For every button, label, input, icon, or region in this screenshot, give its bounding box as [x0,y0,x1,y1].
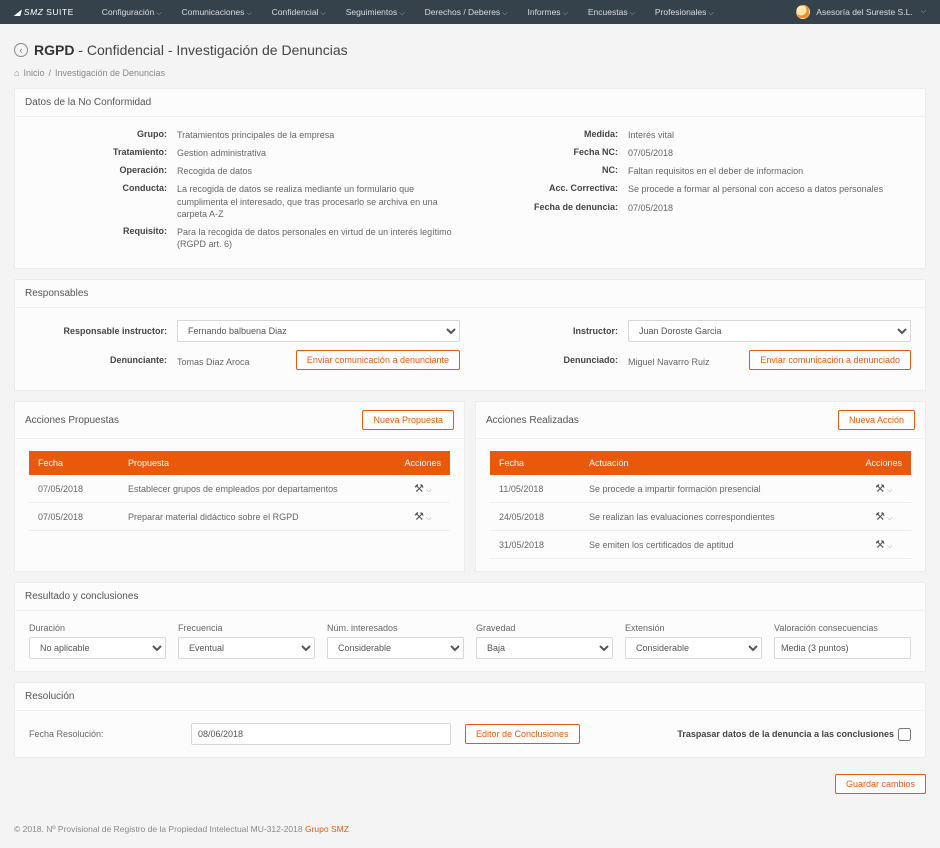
nueva-propuesta-button[interactable]: Nueva Propuesta [362,410,454,430]
user-name: Asesoría del Sureste S.L. [816,7,912,17]
frecuencia-select[interactable]: Eventual [178,637,315,659]
breadcrumb-current: Investigación de Denuncias [55,68,165,78]
extension-select[interactable]: Considerable [625,637,762,659]
panel-realizadas: Acciones Realizadas Nueva Acción Fecha A… [475,401,926,572]
user-menu[interactable]: Asesoría del Sureste S.L. ⌵ [796,5,926,19]
propuestas-header: Acciones Propuestas [25,415,119,426]
chevron-down-icon: ⌵ [426,487,431,494]
resolucion-header: Resolución [15,683,925,711]
copyright: © 2018. Nº Provisional de Registro de la… [0,816,940,848]
nav-seg[interactable]: Seguimientos⌵ [346,7,405,18]
instructor2-select[interactable]: Juan Doroste Garcia [628,320,911,342]
grupo-smz-link[interactable]: Grupo SMZ [305,824,349,834]
realizadas-header: Acciones Realizadas [486,415,579,426]
chevron-down-icon: ⌵ [246,10,251,17]
chevron-down-icon: ⌵ [156,10,161,17]
data-row: Fecha NC:07/05/2018 [480,147,911,159]
data-row: Conducta:La recogida de datos se realiza… [29,183,460,219]
editor-conclusiones-button[interactable]: Editor de Conclusiones [465,724,580,744]
panel-nc-header: Datos de la No Conformidad [15,89,925,117]
data-row: NC:Faltan requisitos en el deber de info… [480,165,911,177]
nav-der[interactable]: Derechos / Deberes⌵ [425,7,508,18]
chevron-down-icon: ⌵ [708,10,713,17]
instructor-select[interactable]: Fernando balbuena Diaz [177,320,460,342]
table-row: 11/05/2018Se procede a impartir formació… [490,475,911,503]
chevron-down-icon: ⌵ [921,8,926,16]
denunciado-value: Miguel Navarro Ruiz [628,353,749,367]
page-title: ‹ RGPD - Confidencial - Investigación de… [14,42,926,58]
denunciante-label: Denunciante: [29,355,177,365]
nav-comm[interactable]: Comunicaciones⌵ [182,7,252,18]
back-icon[interactable]: ‹ [14,43,28,57]
table-row: 07/05/2018Preparar material didáctico so… [29,503,450,531]
brand-logo: ◢ SMZ SUITE [14,7,74,18]
table-row: 07/05/2018Establecer grupos de empleados… [29,475,450,503]
home-icon[interactable]: ⌂ [14,68,19,78]
chevron-down-icon: ⌵ [887,487,892,494]
chevron-down-icon: ⌵ [320,10,325,17]
tools-icon[interactable]: ⚒ [414,511,424,523]
panel-resultado: Resultado y conclusiones DuraciónNo apli… [14,582,926,672]
data-row: Grupo:Tratamientos principales de la emp… [29,129,460,141]
nav-enc[interactable]: Encuestas⌵ [588,7,635,18]
propuestas-table: Fecha Propuesta Acciones 07/05/2018Estab… [29,451,450,531]
panel-resolucion: Resolución Fecha Resolución: Editor de C… [14,682,926,758]
nav-config[interactable]: Configuración⌵ [102,7,162,18]
send-comm-denunciante-button[interactable]: Enviar comunicación a denunciante [296,350,460,370]
interesados-select[interactable]: Considerable [327,637,464,659]
tools-icon[interactable]: ⚒ [875,511,885,523]
data-row: Tratamiento:Gestion administrativa [29,147,460,159]
top-nav: ◢ SMZ SUITE Configuración⌵ Comunicacione… [0,0,940,24]
instructor2-label: Instructor: [480,326,628,336]
duracion-select[interactable]: No aplicable [29,637,166,659]
traspasar-label[interactable]: Traspasar datos de la denuncia a las con… [677,728,911,741]
instructor-label: Responsable instructor: [29,326,177,336]
guardar-cambios-button[interactable]: Guardar cambios [835,774,926,794]
panel-nc: Datos de la No Conformidad Grupo:Tratami… [14,88,926,269]
data-row: Acc. Correctiva:Se procede a formar al p… [480,183,911,195]
table-row: 24/05/2018Se realizan las evaluaciones c… [490,503,911,531]
realizadas-table: Fecha Actuación Acciones 11/05/2018Se pr… [490,451,911,559]
breadcrumb: ⌂ Inicio / Investigación de Denuncias [14,68,926,78]
resultado-header: Resultado y conclusiones [15,583,925,611]
breadcrumb-home[interactable]: Inicio [23,68,44,78]
nav-inf[interactable]: Informes⌵ [527,7,567,18]
data-row: Fecha de denuncia:07/05/2018 [480,202,911,214]
chevron-down-icon: ⌵ [426,515,431,522]
nav-prof[interactable]: Profesionales⌵ [655,7,714,18]
denunciado-label: Denunciado: [480,355,628,365]
send-comm-denunciado-button[interactable]: Enviar comunicación a denunciado [749,350,911,370]
panel-resp-header: Responsables [15,280,925,308]
tools-icon[interactable]: ⚒ [875,483,885,495]
tools-icon[interactable]: ⚒ [414,483,424,495]
nav-conf[interactable]: Confidencial⌵ [272,7,326,18]
avatar-icon [796,5,810,19]
denunciante-value: Tomas Diaz Aroca [177,353,296,367]
tools-icon[interactable]: ⚒ [875,539,885,551]
data-row: Medida:Interés vital [480,129,911,141]
chevron-down-icon: ⌵ [887,543,892,550]
chevron-down-icon: ⌵ [502,10,507,17]
chevron-down-icon: ⌵ [630,10,635,17]
panel-propuestas: Acciones Propuestas Nueva Propuesta Fech… [14,401,465,572]
valoracion-input[interactable] [774,637,911,659]
data-row: Operación:Recogida de datos [29,165,460,177]
nueva-accion-button[interactable]: Nueva Acción [838,410,915,430]
gravedad-select[interactable]: Baja [476,637,613,659]
fecha-res-label: Fecha Resolución: [29,729,177,739]
fecha-res-input[interactable] [191,723,451,745]
data-row: Requisito:Para la recogida de datos pers… [29,226,460,250]
table-row: 31/05/2018Se emiten los certificados de … [490,531,911,559]
chevron-down-icon: ⌵ [399,10,404,17]
chevron-down-icon: ⌵ [563,10,568,17]
panel-resp: Responsables Responsable instructor: Fer… [14,279,926,391]
nav-menu: Configuración⌵ Comunicaciones⌵ Confidenc… [102,7,797,18]
traspasar-checkbox[interactable] [898,728,911,741]
chevron-down-icon: ⌵ [887,515,892,522]
